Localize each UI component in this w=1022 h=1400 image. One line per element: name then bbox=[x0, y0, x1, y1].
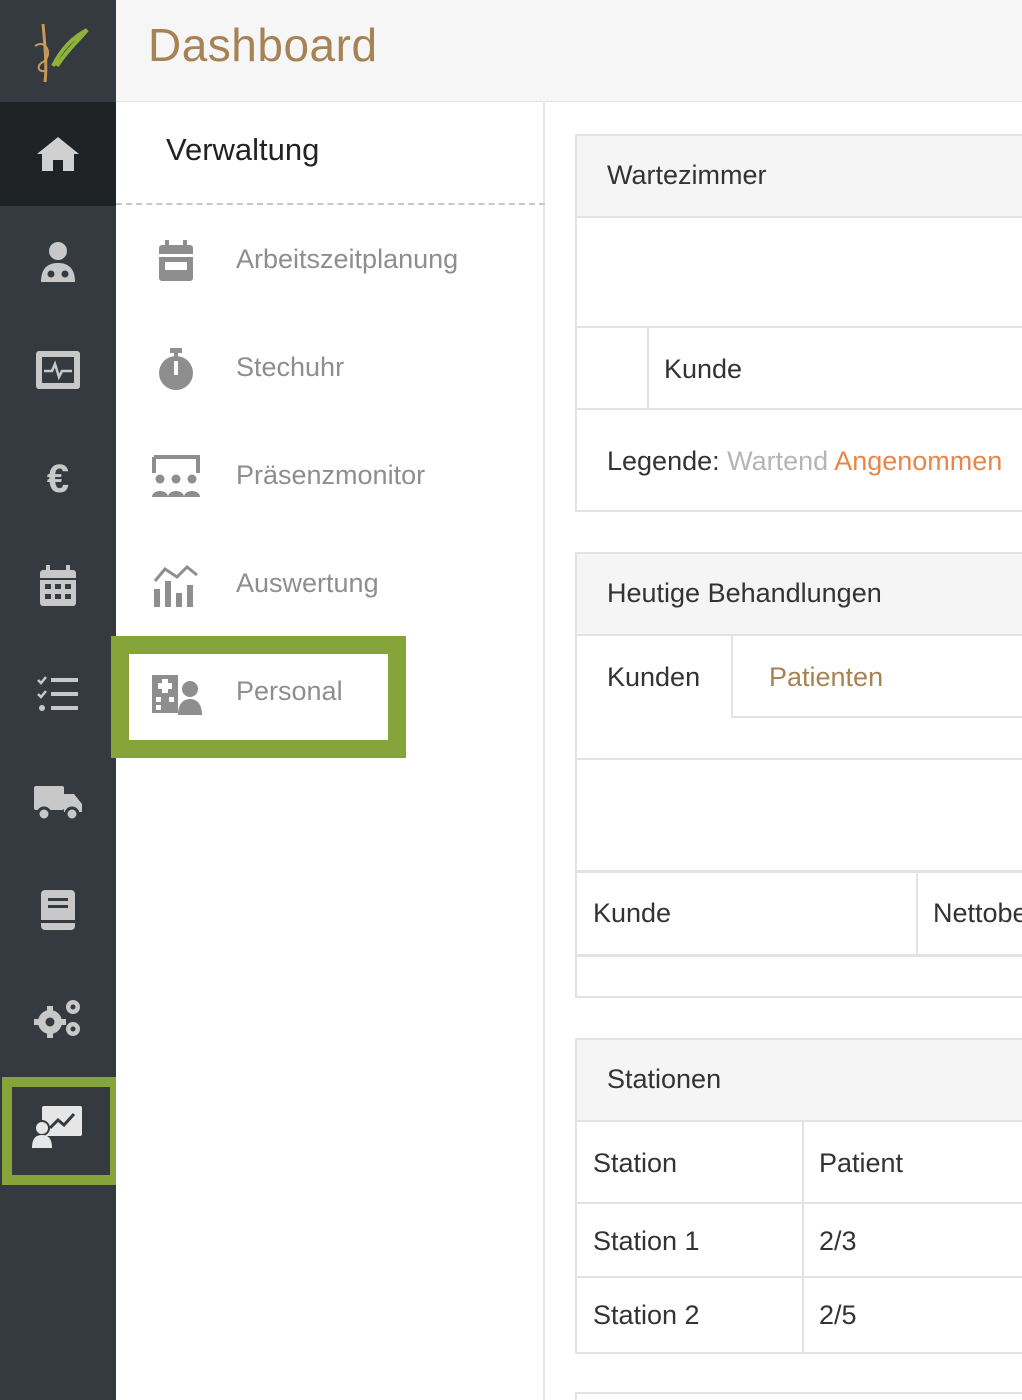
card-waiting-room: Wartezimmer Kunde Legende: Wartend Angen… bbox=[575, 134, 1022, 512]
column-header-station[interactable]: Station bbox=[593, 1148, 677, 1179]
submenu-item-auswertung[interactable]: Auswertung bbox=[116, 540, 545, 630]
table-cell-patient: 2/5 bbox=[819, 1300, 857, 1330]
page-title: Dashboard bbox=[148, 19, 378, 71]
submenu-divider bbox=[116, 203, 545, 205]
calendar-icon bbox=[159, 240, 193, 281]
legend-label: Legende: bbox=[607, 446, 720, 476]
rail-item-home[interactable] bbox=[0, 102, 116, 206]
home-icon bbox=[37, 137, 79, 171]
row-divider bbox=[577, 1276, 1022, 1278]
rail-item-calendar[interactable] bbox=[0, 534, 116, 638]
submenu-item-label: Arbeitszeitplanung bbox=[236, 244, 459, 274]
submenu-item-label: Stechuhr bbox=[236, 352, 345, 382]
rail-item-doctor[interactable] bbox=[0, 210, 116, 314]
column-header-kunde[interactable]: Kunde bbox=[664, 354, 742, 385]
column-header-patient[interactable]: Patient bbox=[819, 1148, 903, 1179]
tab-customers[interactable]: Kunden bbox=[607, 662, 700, 693]
column-divider bbox=[647, 328, 649, 408]
row-divider bbox=[577, 1202, 1022, 1204]
card-title: Wartezimmer bbox=[607, 160, 767, 190]
column-divider bbox=[802, 1122, 804, 1354]
checklist-icon bbox=[37, 676, 78, 711]
table-cell-station: Station 1 bbox=[593, 1226, 700, 1256]
column-header-kunde[interactable]: Kunde bbox=[593, 898, 671, 929]
column-header-netto[interactable]: Nettobe bbox=[933, 898, 1022, 929]
top-header: Dashboard bbox=[116, 0, 1022, 102]
rail-item-settings[interactable] bbox=[0, 966, 116, 1070]
submenu-item-praesenzmonitor[interactable]: Präsenzmonitor bbox=[116, 432, 545, 522]
card-title: Stationen bbox=[607, 1064, 722, 1094]
euro-icon: € bbox=[47, 457, 69, 500]
group-presence-icon bbox=[152, 455, 200, 497]
card-treatments: Heutige Behandlungen Kunden Patienten Ku… bbox=[575, 552, 1022, 998]
highlight-rail-management bbox=[2, 1077, 120, 1185]
table-header-top-line bbox=[577, 870, 1022, 873]
doctor-icon bbox=[41, 242, 75, 282]
submenu-title: Verwaltung bbox=[166, 132, 320, 167]
calendar-icon bbox=[40, 565, 76, 606]
table-header-bottom-line bbox=[577, 954, 1022, 957]
tab-divider bbox=[731, 636, 733, 718]
submenu-item-label: Präsenzmonitor bbox=[236, 460, 426, 490]
settings-gears-icon bbox=[34, 1000, 80, 1038]
main-content: Wartezimmer Kunde Legende: Wartend Angen… bbox=[547, 102, 1022, 1400]
truck-icon bbox=[34, 786, 82, 822]
analytics-chart-icon bbox=[153, 564, 198, 607]
tab-content-line bbox=[577, 758, 1022, 760]
submenu-item-label: Auswertung bbox=[236, 568, 379, 598]
icon-rail: € bbox=[0, 0, 116, 1400]
table-cell-station: Station 2 bbox=[593, 1300, 700, 1330]
submenu-item-stechuhr[interactable]: Stechuhr bbox=[116, 324, 545, 414]
card-next bbox=[575, 1392, 1022, 1400]
legend: Legende: Wartend Angenommen bbox=[607, 446, 1002, 477]
legend-waiting: Wartend bbox=[727, 446, 829, 476]
legend-accepted: Angenommen bbox=[834, 446, 1003, 476]
rail-item-tasks[interactable] bbox=[0, 642, 116, 746]
column-divider bbox=[916, 872, 918, 954]
rail-item-finance[interactable]: € bbox=[0, 426, 116, 530]
table-cell-patient: 2/3 bbox=[819, 1226, 857, 1256]
card-stations: Stationen Station Patient Station 1 2/3 … bbox=[575, 1038, 1022, 1354]
app-logo[interactable] bbox=[0, 0, 116, 102]
book-icon bbox=[41, 890, 75, 930]
tab-bottom-line bbox=[731, 716, 1022, 718]
logo-icon bbox=[34, 23, 89, 83]
rail-item-book[interactable] bbox=[0, 858, 116, 962]
stopwatch-icon bbox=[159, 348, 193, 390]
table-header-bottom-line bbox=[577, 408, 1022, 410]
svg-text:€: € bbox=[47, 457, 69, 500]
card-header: Stationen bbox=[577, 1040, 1022, 1122]
rail-item-monitor[interactable] bbox=[0, 318, 116, 422]
tab-patients[interactable]: Patienten bbox=[769, 662, 883, 693]
monitor-waveform-icon bbox=[36, 351, 80, 389]
card-header: Heutige Behandlungen bbox=[577, 554, 1022, 636]
table-header-top-line bbox=[577, 326, 1022, 328]
rail-item-delivery[interactable] bbox=[0, 750, 116, 854]
submenu-item-arbeitszeitplanung[interactable]: Arbeitszeitplanung bbox=[116, 216, 545, 306]
highlight-personal bbox=[111, 636, 406, 758]
card-header: Wartezimmer bbox=[577, 136, 1022, 218]
card-title: Heutige Behandlungen bbox=[607, 578, 882, 608]
